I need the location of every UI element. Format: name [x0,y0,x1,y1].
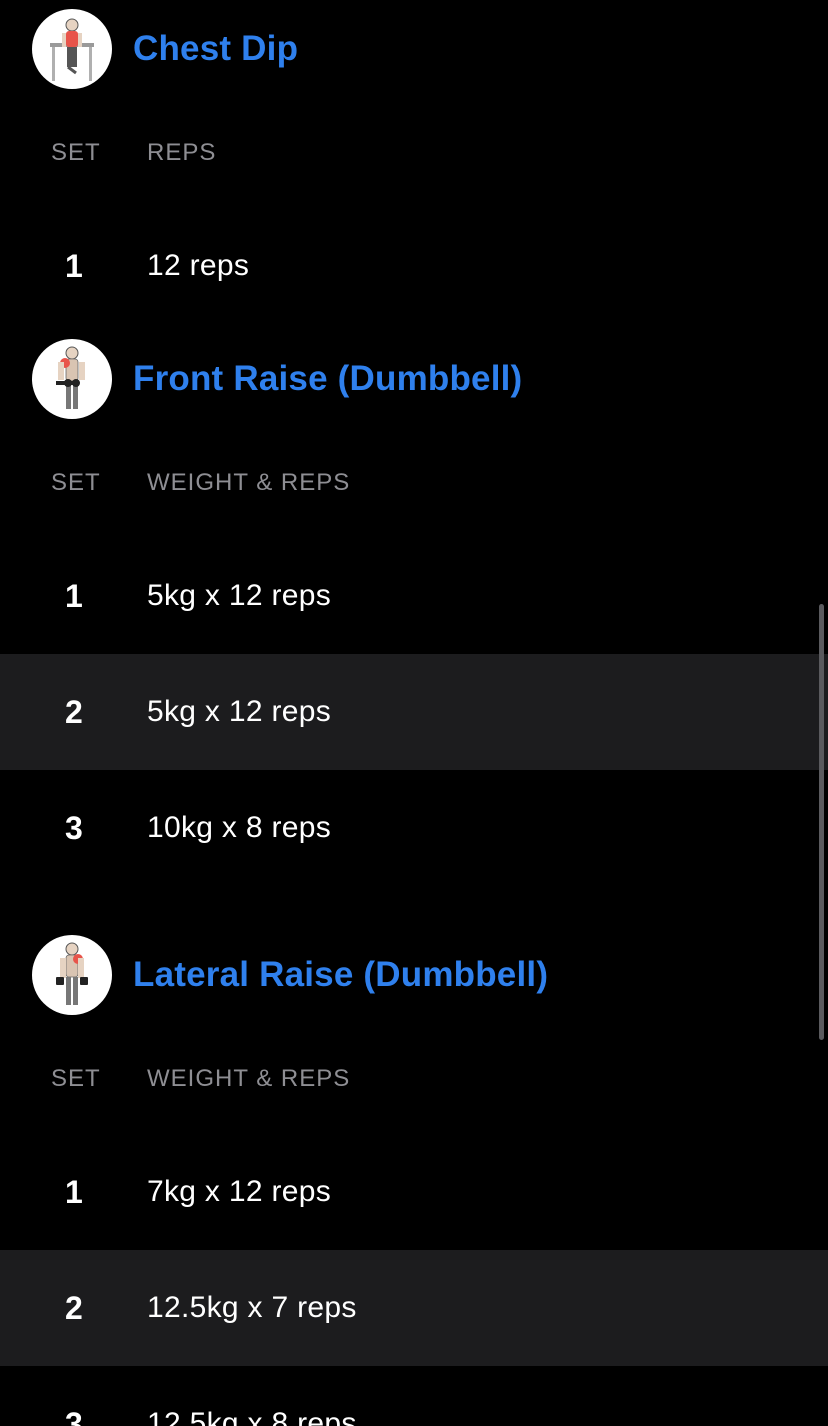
set-value: 12.5kg x 7 reps [147,1291,357,1324]
exercise-title[interactable]: Lateral Raise (Dumbbell) [133,955,548,995]
set-value: 10kg x 8 reps [147,811,332,844]
chest-dip-figure-icon [32,9,112,89]
set-column-header: SET [51,1065,101,1092]
set-row[interactable]: 1 7kg x 12 reps [0,1134,828,1250]
set-value: 7kg x 12 reps [147,1175,332,1208]
set-row[interactable]: 2 12.5kg x 7 reps [0,1250,828,1366]
set-row[interactable]: 3 12.5kg x 8 reps [0,1366,828,1426]
exercise-front-raise: Front Raise (Dumbbell) SET WEIGHT & REPS… [0,330,828,886]
set-column-header: SET [51,469,101,496]
column-headers: SET REPS [0,98,828,208]
exercise-title[interactable]: Front Raise (Dumbbell) [133,359,522,399]
set-number: 1 [65,1173,83,1210]
value-column-header: WEIGHT & REPS [147,469,351,496]
set-row[interactable]: 3 10kg x 8 reps [0,770,828,886]
set-value: 12.5kg x 8 reps [147,1407,357,1426]
set-number: 1 [65,247,83,284]
set-row[interactable]: 1 12 reps [0,208,828,324]
exercise-chest-dip: Chest Dip SET REPS 1 12 reps [0,0,828,324]
set-row[interactable]: 2 5kg x 12 reps [0,654,828,770]
exercise-header[interactable]: Front Raise (Dumbbell) [0,330,828,428]
set-value: 5kg x 12 reps [147,695,332,728]
set-number: 2 [65,1289,83,1326]
workout-detail-screen: Chest Dip SET REPS 1 12 reps Front Raise… [0,0,828,1426]
column-headers: SET WEIGHT & REPS [0,428,828,538]
exercise-lateral-raise: Lateral Raise (Dumbbell) SET WEIGHT & RE… [0,926,828,1426]
set-value: 12 reps [147,249,250,282]
set-value: 5kg x 12 reps [147,579,332,612]
value-column-header: WEIGHT & REPS [147,1065,351,1092]
set-number: 1 [65,577,83,614]
set-number: 2 [65,693,83,730]
exercise-header[interactable]: Lateral Raise (Dumbbell) [0,926,828,1024]
lateral-raise-figure-icon [32,935,112,1015]
front-raise-figure-icon [32,339,112,419]
set-number: 3 [65,809,83,846]
exercise-title[interactable]: Chest Dip [133,29,298,69]
column-headers: SET WEIGHT & REPS [0,1024,828,1134]
set-row[interactable]: 1 5kg x 12 reps [0,538,828,654]
value-column-header: REPS [147,139,217,166]
vertical-scrollbar[interactable] [819,604,824,1040]
set-number: 3 [65,1405,83,1426]
set-column-header: SET [51,139,101,166]
exercise-header[interactable]: Chest Dip [0,0,828,98]
